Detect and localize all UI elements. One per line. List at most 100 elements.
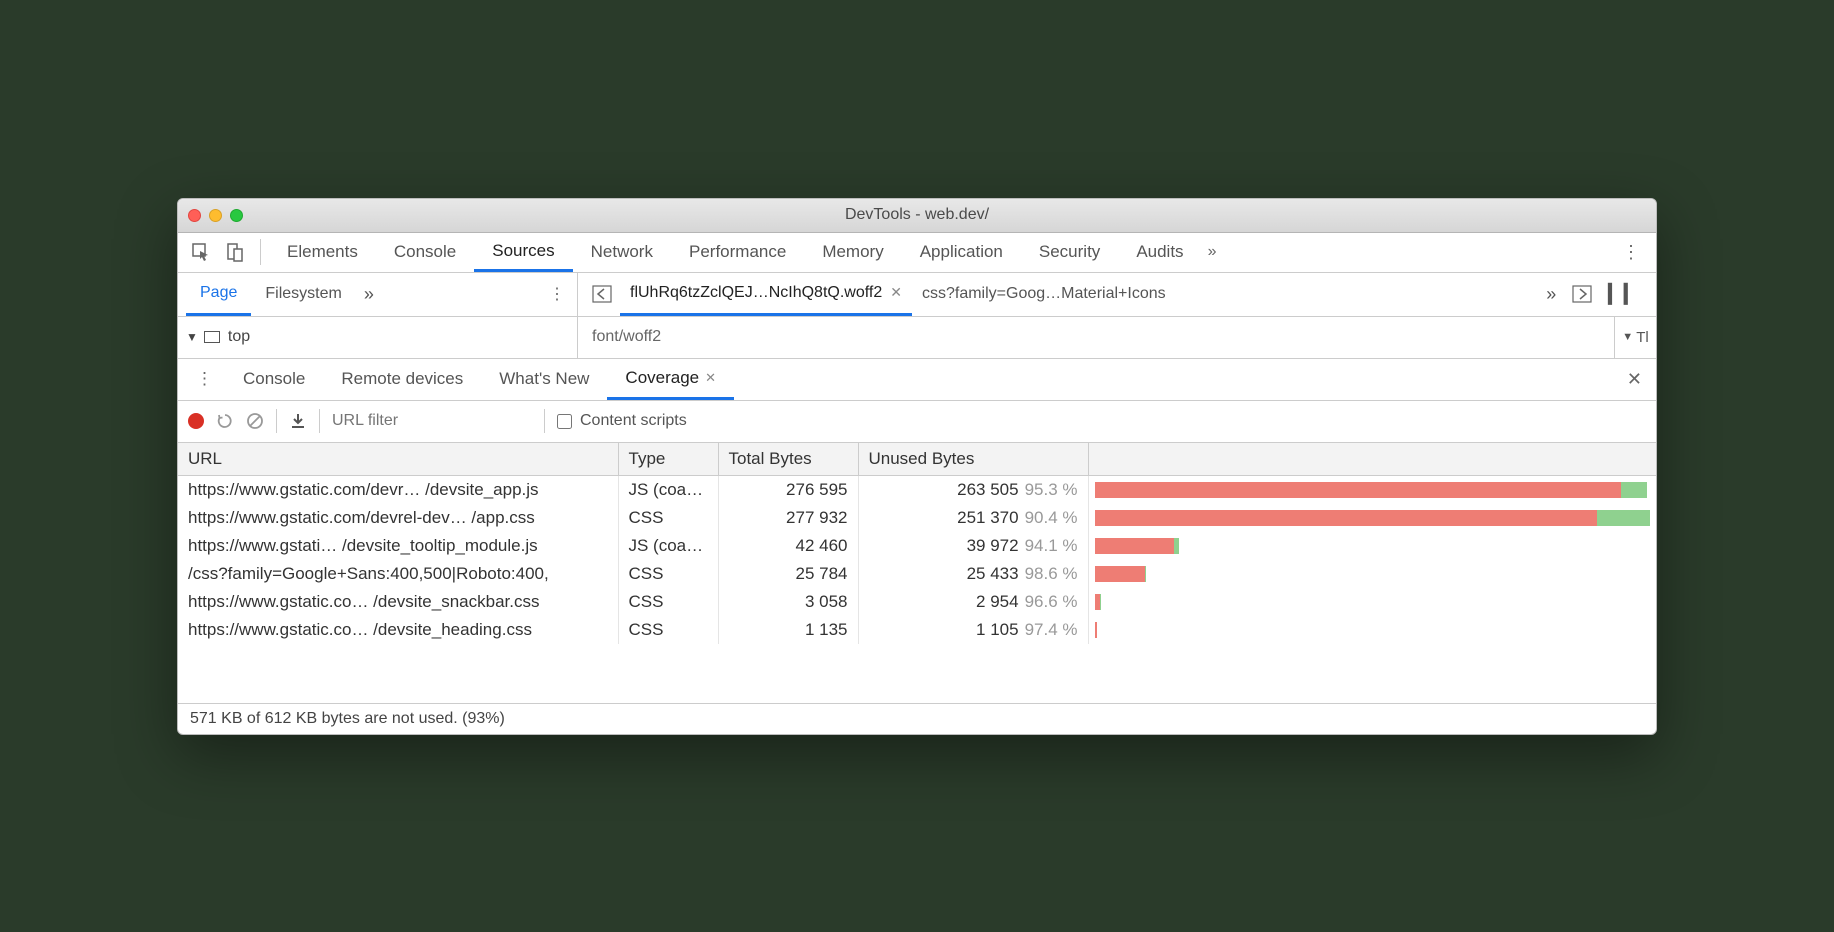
main-tab-memory[interactable]: Memory bbox=[804, 233, 901, 272]
table-row[interactable]: https://www.gstatic.co… /devsite_heading… bbox=[178, 616, 1656, 644]
main-tab-elements[interactable]: Elements bbox=[269, 233, 376, 272]
cell-total-bytes: 276 595 bbox=[718, 475, 858, 504]
table-row[interactable]: https://www.gstatic.com/devrel-dev… /app… bbox=[178, 504, 1656, 532]
coverage-statusbar: 571 KB of 612 KB bytes are not used. (93… bbox=[178, 703, 1656, 734]
navigator-tab-filesystem[interactable]: Filesystem bbox=[251, 273, 355, 316]
file-mime-type: font/woff2 bbox=[592, 328, 661, 346]
nav-back-icon[interactable] bbox=[584, 285, 620, 303]
cell-total-bytes: 1 135 bbox=[718, 616, 858, 644]
content-scripts-label: Content scripts bbox=[580, 412, 687, 430]
divider bbox=[260, 239, 261, 265]
reload-icon[interactable] bbox=[216, 412, 234, 430]
frame-icon bbox=[204, 331, 220, 343]
table-row[interactable]: https://www.gstatic.com/devr… /devsite_a… bbox=[178, 475, 1656, 504]
table-row[interactable]: https://www.gstati… /devsite_tooltip_mod… bbox=[178, 532, 1656, 560]
main-tab-sources[interactable]: Sources bbox=[474, 233, 572, 272]
cell-type: JS (coa… bbox=[618, 475, 718, 504]
main-tab-security[interactable]: Security bbox=[1021, 233, 1118, 272]
main-tab-network[interactable]: Network bbox=[573, 233, 671, 272]
file-tab[interactable]: css?family=Goog…Material+Icons bbox=[912, 273, 1176, 316]
sources-content-row: ▼ top font/woff2 ▼ Tl bbox=[178, 317, 1656, 359]
drawer-menu-icon[interactable]: ⋮ bbox=[184, 369, 225, 389]
col-type[interactable]: Type bbox=[618, 443, 718, 476]
cell-type: CSS bbox=[618, 616, 718, 644]
col-url[interactable]: URL bbox=[178, 443, 618, 476]
file-tab-label: css?family=Goog…Material+Icons bbox=[922, 285, 1166, 303]
col-usage-bar[interactable] bbox=[1088, 443, 1656, 476]
export-icon[interactable] bbox=[289, 412, 307, 430]
coverage-toolbar: Content scripts bbox=[178, 401, 1656, 443]
col-unused-bytes[interactable]: Unused Bytes bbox=[858, 443, 1088, 476]
clear-icon[interactable] bbox=[246, 412, 264, 430]
cell-unused-bytes: 2 95496.6 % bbox=[858, 588, 1088, 616]
main-tab-strip: ElementsConsoleSourcesNetworkPerformance… bbox=[178, 233, 1656, 273]
settings-menu-icon[interactable]: ⋮ bbox=[1612, 242, 1650, 263]
open-files-tabs: flUhRq6tzZclQEJ…NcIhQ8tQ.woff2 ✕ css?famil… bbox=[578, 273, 1656, 316]
cell-url: https://www.gstatic.com/devrel-dev… /app… bbox=[178, 504, 618, 532]
file-info-pane: font/woff2 bbox=[578, 317, 1614, 358]
cell-type: JS (coa… bbox=[618, 532, 718, 560]
file-tab-label: flUhRq6tzZclQEJ…NcIhQ8tQ.woff2 bbox=[630, 284, 882, 302]
main-tab-performance[interactable]: Performance bbox=[671, 233, 804, 272]
inspect-element-icon[interactable] bbox=[184, 235, 218, 269]
cell-type: CSS bbox=[618, 560, 718, 588]
drawer-tab-label: Coverage bbox=[625, 368, 699, 388]
table-row[interactable]: https://www.gstatic.co… /devsite_snackba… bbox=[178, 588, 1656, 616]
cell-url: https://www.gstatic.co… /devsite_snackba… bbox=[178, 588, 618, 616]
device-toolbar-icon[interactable] bbox=[218, 235, 252, 269]
table-row[interactable]: /css?family=Google+Sans:400,500|Roboto:4… bbox=[178, 560, 1656, 588]
drawer-tab-coverage[interactable]: Coverage ✕ bbox=[607, 359, 734, 400]
nav-forward-icon[interactable] bbox=[1566, 285, 1598, 303]
main-tab-console[interactable]: Console bbox=[376, 233, 474, 272]
close-tab-icon[interactable]: ✕ bbox=[890, 284, 902, 301]
close-drawer-icon[interactable]: ✕ bbox=[1613, 369, 1656, 390]
cell-type: CSS bbox=[618, 504, 718, 532]
main-tab-application[interactable]: Application bbox=[902, 233, 1021, 272]
drawer-tab-label: Remote devices bbox=[341, 369, 463, 389]
cell-total-bytes: 277 932 bbox=[718, 504, 858, 532]
url-filter-input[interactable] bbox=[332, 412, 532, 430]
cell-usage-bar bbox=[1088, 560, 1656, 588]
tree-top-label: top bbox=[228, 328, 250, 346]
divider bbox=[319, 409, 320, 433]
cell-total-bytes: 42 460 bbox=[718, 532, 858, 560]
coverage-table: URL Type Total Bytes Unused Bytes https:… bbox=[178, 443, 1656, 644]
cell-usage-bar bbox=[1088, 504, 1656, 532]
cell-url: /css?family=Google+Sans:400,500|Roboto:4… bbox=[178, 560, 618, 588]
file-tab[interactable]: flUhRq6tzZclQEJ…NcIhQ8tQ.woff2 ✕ bbox=[620, 273, 912, 316]
content-scripts-checkbox[interactable] bbox=[557, 414, 572, 429]
sources-sub-row: PageFilesystem » ⋮ flUhRq6tzZclQEJ…NcIhQ… bbox=[178, 273, 1656, 317]
more-tabs-icon[interactable]: » bbox=[1208, 243, 1217, 261]
content-scripts-toggle[interactable]: Content scripts bbox=[557, 412, 687, 430]
titlebar: DevTools - web.dev/ bbox=[178, 199, 1656, 233]
close-tab-icon[interactable]: ✕ bbox=[705, 370, 716, 386]
drawer-tab-what-s-new[interactable]: What's New bbox=[481, 359, 607, 400]
status-text: 571 KB of 612 KB bytes are not used. (93… bbox=[190, 710, 505, 727]
cell-unused-bytes: 251 37090.4 % bbox=[858, 504, 1088, 532]
cell-total-bytes: 25 784 bbox=[718, 560, 858, 588]
main-tab-audits[interactable]: Audits bbox=[1118, 233, 1201, 272]
cell-unused-bytes: 25 43398.6 % bbox=[858, 560, 1088, 588]
cell-unused-bytes: 263 50595.3 % bbox=[858, 475, 1088, 504]
file-tree-pane[interactable]: ▼ top bbox=[178, 317, 578, 358]
more-file-tabs-icon[interactable]: » bbox=[1540, 284, 1562, 305]
divider bbox=[276, 409, 277, 433]
drawer-tab-label: Console bbox=[243, 369, 305, 389]
pause-script-icon[interactable]: ▎▎ bbox=[1602, 284, 1646, 305]
more-navigator-tabs-icon[interactable]: » bbox=[364, 284, 374, 305]
drawer-tab-console[interactable]: Console bbox=[225, 359, 323, 400]
navigator-tabs: PageFilesystem » ⋮ bbox=[178, 273, 578, 316]
drawer-tab-strip: ⋮ ConsoleRemote devicesWhat's NewCoverag… bbox=[178, 359, 1656, 401]
cell-usage-bar bbox=[1088, 532, 1656, 560]
col-total-bytes[interactable]: Total Bytes bbox=[718, 443, 858, 476]
navigator-menu-icon[interactable]: ⋮ bbox=[537, 284, 577, 304]
window-title: DevTools - web.dev/ bbox=[178, 206, 1656, 224]
cell-type: CSS bbox=[618, 588, 718, 616]
record-button[interactable] bbox=[188, 413, 204, 429]
devtools-window: DevTools - web.dev/ ElementsConsoleSourc… bbox=[177, 198, 1657, 735]
threads-pane-toggle[interactable]: ▼ Tl bbox=[1614, 317, 1656, 358]
drawer-tab-remote-devices[interactable]: Remote devices bbox=[323, 359, 481, 400]
expand-arrow-icon[interactable]: ▼ bbox=[186, 330, 198, 344]
table-header-row: URL Type Total Bytes Unused Bytes bbox=[178, 443, 1656, 476]
navigator-tab-page[interactable]: Page bbox=[186, 273, 251, 316]
